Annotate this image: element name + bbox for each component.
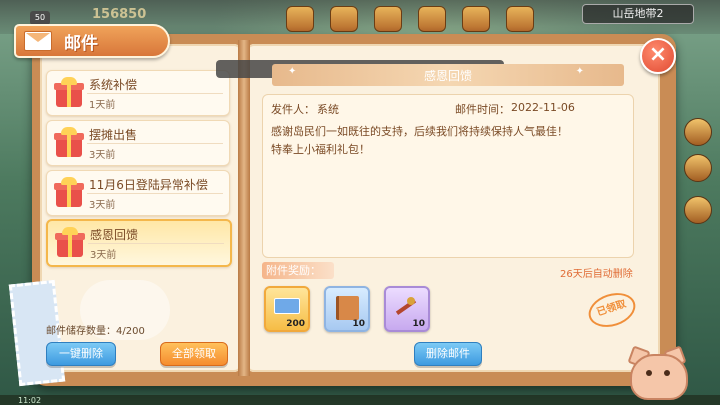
book-icon [336, 296, 359, 320]
mail-content-box: 发件人： 系统 邮件时间： 2022-11-06 感谢岛民们一如既往的支持，后续… [262, 94, 634, 258]
book-spine [238, 40, 250, 376]
mail-list-item-selected[interactable]: 感恩回馈 3天前 [46, 219, 232, 267]
attachment-label: 附件奖励： [262, 262, 334, 279]
mail-time-value: 2022-11-06 [511, 101, 575, 114]
mail-list-item[interactable]: 摆摊出售 3天前 [46, 120, 230, 166]
claim-all-button[interactable]: 全部领取 [160, 342, 228, 366]
side-menu-icon[interactable] [684, 196, 712, 224]
reward-item-key[interactable]: 10 [384, 286, 430, 332]
gift-icon [53, 177, 85, 209]
reward-count: 200 [286, 319, 305, 329]
mascot-character[interactable] [624, 345, 690, 400]
side-menu-icon[interactable] [684, 118, 712, 146]
event-icon[interactable] [286, 6, 314, 32]
ticket-icon [274, 298, 300, 314]
player-level: 50 [30, 11, 50, 25]
auto-delete-notice: 26天后自动删除 [560, 269, 633, 280]
gift-icon [54, 227, 86, 259]
mail-storage-count: 邮件储存数量：4/200 [46, 326, 145, 337]
mail-list-item[interactable]: 系统补偿 1天前 [46, 70, 230, 116]
mail-list-item[interactable]: 11月6日登陆异常补偿 3天前 [46, 170, 230, 216]
reward-count: 10 [352, 319, 365, 329]
delete-all-button[interactable]: 一键删除 [46, 342, 116, 366]
subject-banner: ✦ 感恩回馈 ✦ [272, 64, 624, 86]
key-icon [395, 297, 417, 317]
bottom-status-bar: 11:02 [0, 395, 720, 405]
mail-item-title: 摆摊出售 [89, 128, 138, 142]
reward-count: 10 [412, 319, 425, 329]
sender-label: 发件人： [271, 103, 315, 116]
gift-icon [53, 127, 85, 159]
sparkle-icon: ✦ [575, 66, 584, 77]
reward-item-ticket[interactable]: 200 [264, 286, 310, 332]
envelope-icon [24, 31, 52, 51]
delete-mail-button[interactable]: 删除邮件 [414, 342, 482, 366]
close-button[interactable]: × [640, 38, 676, 74]
gift-shop-icon[interactable] [462, 6, 490, 32]
mail-item-date: 3天前 [89, 150, 116, 161]
sender-value: 系统 [317, 103, 339, 116]
friends-icon[interactable] [506, 6, 534, 32]
mail-body: 感谢岛民们一如既往的支持，后续我们将持续保持人气最佳！特奉上小福利礼包！ [271, 125, 568, 156]
reward-item-book[interactable]: 10 [324, 286, 370, 332]
region-label: 山岳地带2 [582, 4, 694, 24]
mail-item-date: 3天前 [89, 200, 116, 211]
shop-icon[interactable] [330, 6, 358, 32]
mail-subject: 感恩回馈 [423, 69, 472, 83]
mail-item-date: 1天前 [89, 100, 116, 111]
gift-icon [53, 77, 85, 109]
mail-time-label: 邮件时间： [455, 103, 510, 116]
mail-item-title: 11月6日登陆异常补偿 [89, 178, 208, 192]
activity-icon[interactable] [374, 6, 402, 32]
balance-icon[interactable] [418, 6, 446, 32]
currency-score: 156850 [92, 7, 147, 22]
panel-title: 邮件 [64, 34, 98, 54]
mail-title-ribbon: 邮件 [14, 24, 170, 58]
clock-text: 11:02 [18, 396, 42, 405]
mail-item-title: 系统补偿 [89, 78, 138, 92]
side-menu-icon[interactable] [684, 154, 712, 182]
mail-item-title: 感恩回馈 [90, 228, 139, 242]
mail-item-date: 3天前 [90, 250, 117, 261]
